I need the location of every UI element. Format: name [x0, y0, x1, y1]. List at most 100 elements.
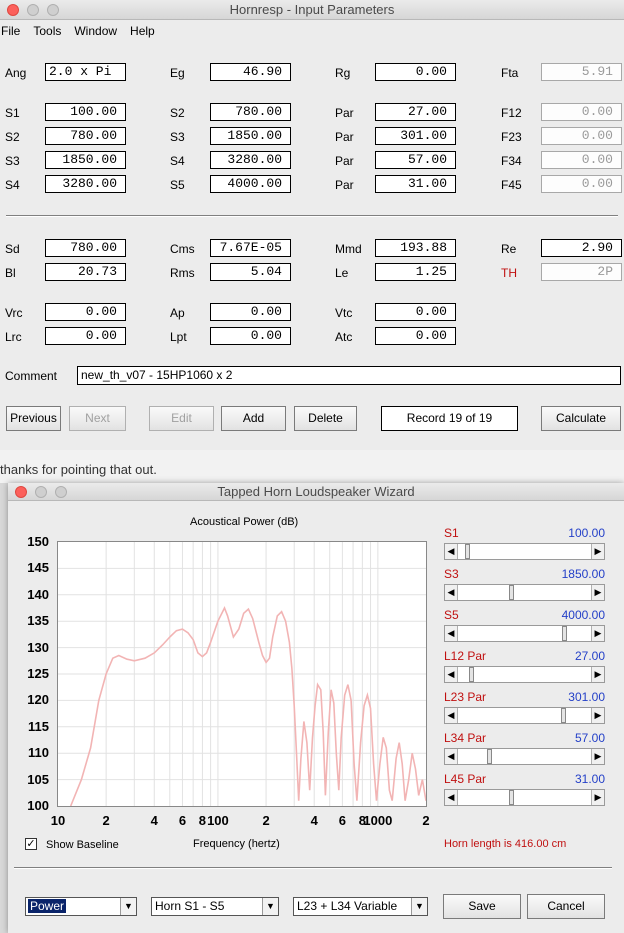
param-field-ang[interactable]: 2.0 x Pi	[45, 63, 126, 81]
slider-thumb[interactable]	[561, 708, 567, 723]
add-button[interactable]: Add	[221, 406, 286, 431]
param-field-rms[interactable]: 5.04	[210, 263, 291, 281]
arrow-right-icon[interactable]: ▶	[591, 708, 604, 723]
slider-thumb[interactable]	[486, 749, 492, 764]
parameter-slider[interactable]: ◀ ▶	[444, 543, 605, 560]
parameter-slider[interactable]: ◀ ▶	[444, 625, 605, 642]
arrow-right-icon[interactable]: ▶	[591, 667, 604, 682]
menu-window[interactable]: Window	[74, 24, 117, 38]
next-button[interactable]: Next	[69, 406, 126, 431]
arrow-right-icon[interactable]: ▶	[591, 790, 604, 805]
arrow-right-icon[interactable]: ▶	[591, 544, 604, 559]
maximize-window-icon[interactable]	[47, 4, 59, 16]
parameter-slider[interactable]: ◀ ▶	[444, 707, 605, 724]
arrow-right-icon[interactable]: ▶	[591, 749, 604, 764]
param-field-sd[interactable]: 780.00	[45, 239, 126, 257]
slider-thumb[interactable]	[469, 667, 475, 682]
arrow-left-icon[interactable]: ◀	[445, 585, 458, 600]
close-window-icon[interactable]	[7, 4, 19, 16]
show-baseline-checkbox[interactable]: ✓	[25, 838, 37, 850]
param-field-par[interactable]: 301.00	[375, 127, 456, 145]
arrow-left-icon[interactable]: ◀	[445, 626, 458, 641]
menu-file[interactable]: File	[1, 24, 20, 38]
param-field-s5[interactable]: 4000.00	[210, 175, 291, 193]
arrow-right-icon[interactable]: ▶	[591, 626, 604, 641]
param-label-atc: Atc	[335, 330, 353, 344]
minimize-wizard-icon[interactable]	[35, 486, 47, 498]
param-field-par[interactable]: 31.00	[375, 175, 456, 193]
minimize-window-icon[interactable]	[27, 4, 39, 16]
slider-thumb[interactable]	[465, 544, 471, 559]
y-tick-label: 115	[28, 718, 49, 734]
maximize-wizard-icon[interactable]	[55, 486, 67, 498]
param-field-atc[interactable]: 0.00	[375, 327, 456, 345]
param-field-le[interactable]: 1.25	[375, 263, 456, 281]
param-label-fta: Fta	[501, 66, 519, 80]
arrow-left-icon[interactable]: ◀	[445, 544, 458, 559]
param-field-s2[interactable]: 780.00	[45, 127, 126, 145]
slider-value: 27.00	[574, 649, 605, 663]
x-tick-label: 10	[50, 813, 66, 828]
horn-select[interactable]: Horn S1 - S5 ▼	[151, 897, 279, 916]
param-field-s2[interactable]: 780.00	[210, 103, 291, 121]
parameter-slider[interactable]: ◀ ▶	[444, 666, 605, 683]
arrow-left-icon[interactable]: ◀	[445, 790, 458, 805]
parameter-slider[interactable]: ◀ ▶	[444, 584, 605, 601]
y-tick-label: 110	[28, 745, 49, 761]
arrow-left-icon[interactable]: ◀	[445, 708, 458, 723]
delete-button[interactable]: Delete	[294, 406, 357, 431]
menu-help[interactable]: Help	[130, 24, 155, 38]
parameter-slider[interactable]: ◀ ▶	[444, 748, 605, 765]
comment-input[interactable]: new_th_v07 - 15HP1060 x 2	[77, 366, 621, 385]
mode-select[interactable]: Power ▼	[25, 897, 137, 916]
variable-select[interactable]: L23 + L34 Variable ▼	[293, 897, 428, 916]
arrow-left-icon[interactable]: ◀	[445, 749, 458, 764]
param-field-par[interactable]: 57.00	[375, 151, 456, 169]
slider-thumb[interactable]	[562, 626, 568, 641]
param-field-s3[interactable]: 1850.00	[45, 151, 126, 169]
param-field-rg[interactable]: 0.00	[375, 63, 456, 81]
wizard-divider	[14, 867, 612, 869]
param-label-f45: F45	[501, 178, 522, 192]
previous-button[interactable]: Previous	[6, 406, 61, 431]
slider-value: 1850.00	[561, 567, 605, 581]
slider-thumb[interactable]	[509, 790, 515, 805]
param-field-s4[interactable]: 3280.00	[210, 151, 291, 169]
param-field-s3[interactable]: 1850.00	[210, 127, 291, 145]
param-field-vrc[interactable]: 0.00	[45, 303, 126, 321]
slider-thumb[interactable]	[509, 585, 515, 600]
save-button[interactable]: Save	[443, 894, 521, 919]
param-field-cms[interactable]: 7.67E-05	[210, 239, 291, 257]
edit-button[interactable]: Edit	[149, 406, 214, 431]
param-field-bl[interactable]: 20.73	[45, 263, 126, 281]
param-field-th[interactable]: 2P	[541, 263, 622, 281]
param-field-par[interactable]: 27.00	[375, 103, 456, 121]
param-field-f23[interactable]: 0.00	[541, 127, 622, 145]
calculate-button[interactable]: Calculate	[541, 406, 621, 431]
param-field-f45[interactable]: 0.00	[541, 175, 622, 193]
param-field-eg[interactable]: 46.90	[210, 63, 291, 81]
param-field-f34[interactable]: 0.00	[541, 151, 622, 169]
param-field-lpt[interactable]: 0.00	[210, 327, 291, 345]
param-field-re[interactable]: 2.90	[541, 239, 622, 257]
y-tick-label: 120	[27, 692, 49, 708]
menu-tools[interactable]: Tools	[33, 24, 61, 38]
param-label-f23: F23	[501, 130, 522, 144]
arrow-left-icon[interactable]: ◀	[445, 667, 458, 682]
param-field-vtc[interactable]: 0.00	[375, 303, 456, 321]
param-field-s4[interactable]: 3280.00	[45, 175, 126, 193]
arrow-right-icon[interactable]: ▶	[591, 585, 604, 600]
param-label-le: Le	[335, 266, 349, 280]
param-field-mmd[interactable]: 193.88	[375, 239, 456, 257]
cancel-button[interactable]: Cancel	[527, 894, 605, 919]
x-tick-label: 100	[207, 813, 229, 828]
parameter-slider[interactable]: ◀ ▶	[444, 789, 605, 806]
param-field-ap[interactable]: 0.00	[210, 303, 291, 321]
close-wizard-icon[interactable]	[15, 486, 27, 498]
y-tick-label: 145	[27, 560, 49, 576]
param-field-s1[interactable]: 100.00	[45, 103, 126, 121]
param-field-lrc[interactable]: 0.00	[45, 327, 126, 345]
param-label-sd: Sd	[5, 242, 20, 256]
param-field-f12[interactable]: 0.00	[541, 103, 622, 121]
param-field-fta[interactable]: 5.91	[541, 63, 622, 81]
